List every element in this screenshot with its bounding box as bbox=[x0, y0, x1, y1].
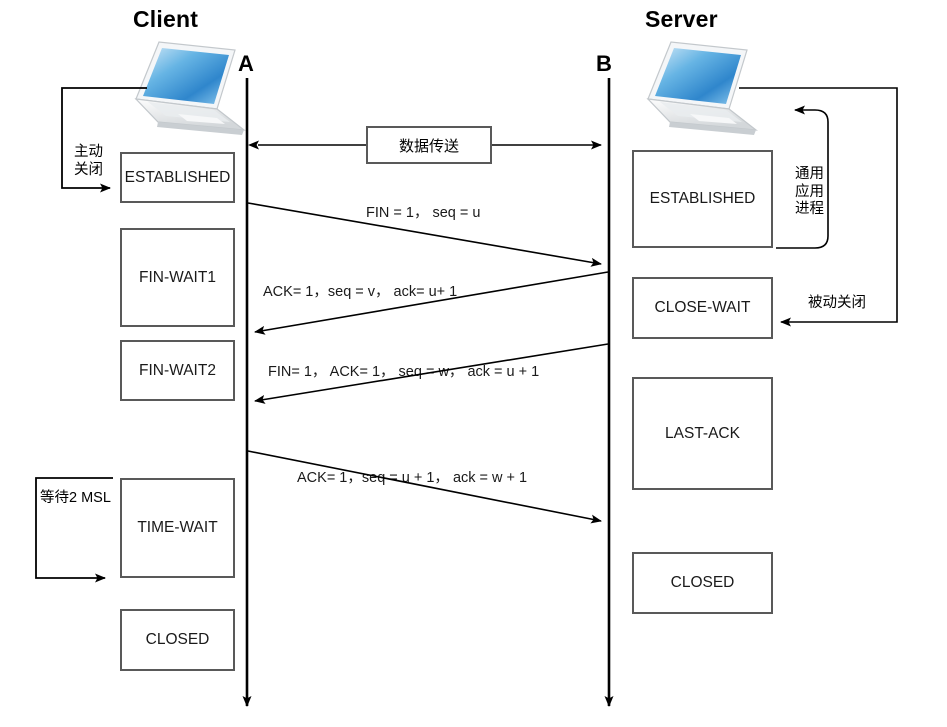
client-state-time-wait: TIME-WAIT bbox=[120, 478, 235, 578]
message-label-ack2: ACK= 1，seq = u + 1， ack = w + 1 bbox=[297, 470, 528, 486]
app-process-line1: 通用 bbox=[795, 166, 824, 182]
wait-msl-label: 等待2 MSL bbox=[40, 490, 111, 506]
server-state-close-wait: CLOSE-WAIT bbox=[632, 277, 773, 339]
state-label: CLOSED bbox=[145, 631, 210, 648]
state-label: TIME-WAIT bbox=[137, 519, 218, 536]
server-laptop-icon bbox=[634, 36, 760, 140]
state-label: ESTABLISHED bbox=[124, 168, 231, 186]
message-label-ack1: ACK= 1，seq = v， ack= u+ 1 bbox=[263, 284, 458, 300]
state-label: LAST-ACK bbox=[665, 424, 740, 442]
client-state-established: ESTABLISHED bbox=[120, 152, 235, 203]
client-state-fin-wait1: FIN-WAIT1 bbox=[120, 228, 235, 327]
active-close-label: 主动 关闭 bbox=[74, 144, 103, 179]
endpoint-label-b: B bbox=[596, 51, 612, 76]
server-title: Server bbox=[645, 6, 718, 32]
client-state-closed: CLOSED bbox=[120, 609, 235, 671]
tcp-connection-termination-diagram: Client Server A B ESTABLISHED FIN-WAIT1 … bbox=[0, 0, 947, 727]
server-state-closed: CLOSED bbox=[632, 552, 773, 614]
state-label: FIN-WAIT2 bbox=[139, 361, 216, 379]
state-label: CLOSED bbox=[670, 574, 735, 591]
app-process-line3: 进程 bbox=[795, 201, 824, 218]
client-title: Client bbox=[133, 6, 199, 32]
data-transfer-label: 数据传送 bbox=[398, 137, 459, 155]
server-state-established: ESTABLISHED bbox=[632, 150, 773, 248]
client-laptop-icon bbox=[122, 36, 248, 140]
state-label: FIN-WAIT1 bbox=[139, 268, 216, 286]
active-close-line1: 主动 bbox=[74, 144, 103, 160]
passive-close-label: 被动关闭 bbox=[808, 295, 866, 311]
app-process-line2: 应用 bbox=[795, 183, 824, 200]
app-process-label: 通用 应用 进程 bbox=[795, 166, 824, 219]
state-label: CLOSE-WAIT bbox=[654, 299, 751, 316]
data-transfer-box: 数据传送 bbox=[366, 126, 492, 164]
state-label: ESTABLISHED bbox=[649, 190, 756, 207]
message-label-fin1: FIN = 1， seq = u bbox=[366, 205, 481, 221]
client-state-fin-wait2: FIN-WAIT2 bbox=[120, 340, 235, 401]
message-label-finack: FIN= 1， ACK= 1， seq = w， ack = u + 1 bbox=[268, 364, 540, 380]
server-state-last-ack: LAST-ACK bbox=[632, 377, 773, 490]
active-close-line2: 关闭 bbox=[74, 161, 103, 178]
